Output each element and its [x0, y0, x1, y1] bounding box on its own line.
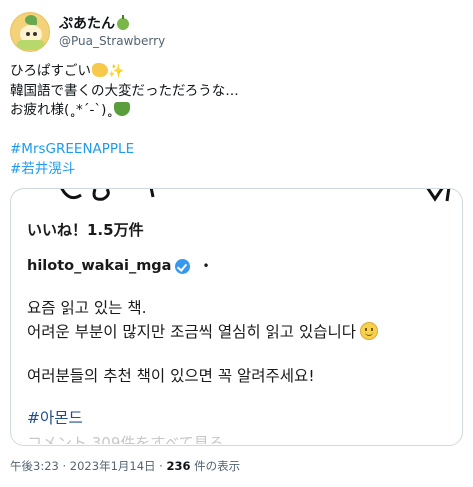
- attached-image[interactable]: いいね！1.5万件 hiloto_wakai_mga • 요즘 읽고 있는 책.…: [10, 188, 463, 446]
- comments-link-truncated: コメント 309件をすべて見る: [27, 434, 224, 444]
- view-count: 236: [166, 459, 191, 473]
- caption-line-2: 어려운 부분이 많지만 조금씩 열심히 읽고 있습니다: [27, 320, 447, 344]
- account-row: hiloto_wakai_mga •: [27, 258, 447, 274]
- tweet-text: ひろぱすごい ✨ 韓国語で書くの大変だっただろうな… お疲れ様(˳*´-`)˳ #…: [10, 62, 450, 179]
- tweet-line-1: ひろぱすごい ✨: [10, 62, 450, 82]
- avatar-leaf: [25, 15, 37, 25]
- sparkles-icon: ✨: [108, 64, 125, 79]
- separator-dot: •: [202, 259, 210, 273]
- caption-line-3: 여러분들의 추천 책이 있으면 꼭 알려주세요!: [27, 367, 315, 385]
- tweet-line-2: 韓国語で書くの大変だっただろうな…: [10, 82, 239, 99]
- caption-line-2-text: 어려운 부분이 많지만 조금씩 열심히 읽고 있습니다: [27, 323, 357, 341]
- green-apple-icon: [117, 15, 129, 30]
- tweet-date[interactable]: 2023年1月14日: [70, 459, 156, 473]
- author-display-name[interactable]: ぷあたん: [59, 15, 115, 33]
- instagram-hashtag: #아몬드: [27, 409, 83, 427]
- smiling-face-icon: [360, 322, 379, 340]
- author-names: ぷあたん @Pua_Strawberry: [59, 15, 165, 49]
- tweet-line-3-text: お疲れ様(˳*´-`)˳: [10, 102, 114, 118]
- author-display-name-row[interactable]: ぷあたん: [59, 15, 165, 33]
- instagram-post-card: いいね！1.5万件 hiloto_wakai_mga • 요즘 읽고 있는 책.…: [27, 203, 447, 444]
- instagram-account-name: hiloto_wakai_mga: [27, 258, 172, 274]
- hashtag-wakai-hiroto[interactable]: #若井滉斗: [10, 160, 450, 180]
- avatar[interactable]: [10, 12, 50, 52]
- author-handle[interactable]: @Pua_Strawberry: [59, 33, 165, 49]
- hashtag-mrsgreenapple[interactable]: #MrsGREENAPPLE: [10, 140, 450, 160]
- likes-count: いいね！1.5万件: [27, 221, 144, 239]
- clapping-hands-icon: [92, 63, 108, 77]
- tweet-line-3: お疲れ様(˳*´-`)˳: [10, 101, 450, 121]
- tweet-time[interactable]: 午後3:23: [10, 459, 59, 473]
- post-caption: 요즘 읽고 있는 책. 어려운 부분이 많지만 조금씩 열심히 읽고 있습니다 …: [27, 296, 447, 388]
- tweet-metadata: 午後3:23 · 2023年1月14日 · 236 件の表示: [10, 459, 241, 473]
- caption-line-1: 요즘 읽고 있는 책.: [27, 299, 147, 317]
- tweet-line-1-text: ひろぱすごい: [10, 63, 91, 79]
- verified-badge-icon: [175, 258, 191, 274]
- tweet-header: ぷあたん @Pua_Strawberry: [10, 10, 165, 54]
- view-count-label: 件の表示: [190, 459, 241, 473]
- matcha-icon: [114, 102, 131, 116]
